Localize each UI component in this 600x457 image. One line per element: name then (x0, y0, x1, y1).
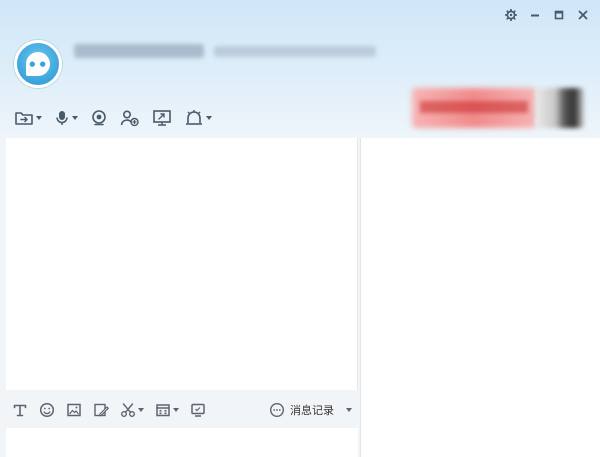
picture-icon (67, 403, 81, 417)
emoji-button[interactable] (39, 399, 55, 421)
file-transfer-button[interactable] (14, 107, 42, 129)
minimize-button[interactable] (526, 6, 544, 24)
message-history-label: 消息记录 (290, 404, 334, 417)
chat-window: ● ● 消息记录 (0, 0, 600, 457)
message-history-area[interactable] (6, 138, 358, 390)
input-toolbar: 消息记录 (6, 392, 358, 428)
microphone-icon (56, 111, 68, 125)
chevron-down-icon (346, 408, 352, 412)
close-icon (578, 10, 588, 20)
remote-desktop-button[interactable] (152, 107, 172, 129)
add-friend-button[interactable] (120, 107, 140, 129)
minimize-icon (531, 14, 539, 17)
camera-icon (92, 110, 106, 126)
ad-thumbnail[interactable] (536, 88, 584, 128)
person-add-icon (120, 110, 139, 127)
gear-icon (505, 9, 517, 21)
scissors-icon (121, 403, 135, 417)
chat-toolbar (14, 107, 224, 129)
chevron-down-icon (206, 116, 212, 120)
chevron-down-icon (36, 116, 42, 120)
font-button[interactable] (12, 399, 28, 421)
more-apps-button[interactable] (184, 107, 212, 129)
contact-name[interactable] (74, 44, 204, 58)
chevron-down-icon (138, 408, 144, 412)
screenshot-button[interactable] (120, 399, 144, 421)
chat-header: ● ● (0, 0, 600, 138)
maximize-button[interactable] (550, 6, 568, 24)
image-button[interactable] (66, 399, 82, 421)
message-input[interactable] (6, 428, 358, 457)
doodle-button[interactable] (93, 399, 109, 421)
pencil-icon (94, 403, 109, 417)
voice-call-button[interactable] (54, 107, 78, 129)
window-controls (502, 6, 592, 24)
side-panel (360, 138, 600, 457)
app-icon (186, 110, 202, 125)
video-call-button[interactable] (90, 107, 108, 129)
message-history-button[interactable]: 消息记录 (269, 399, 352, 421)
smiley-icon (39, 402, 55, 418)
contact-signature (214, 46, 376, 57)
screen-share-icon (153, 110, 171, 126)
chevron-down-icon (173, 408, 179, 412)
chat-bubble-icon (269, 402, 285, 418)
calendar-button[interactable] (155, 399, 179, 421)
maximize-icon (554, 10, 564, 20)
text-format-icon (13, 404, 27, 417)
contact-avatar[interactable]: ● ● (14, 40, 62, 88)
qq-avatar-icon: ● ● (26, 52, 50, 76)
ad-banner-text (420, 101, 528, 113)
monitor-icon (191, 403, 205, 417)
close-button[interactable] (574, 6, 592, 24)
folder-icon (15, 112, 33, 125)
settings-button[interactable] (502, 6, 520, 24)
chevron-down-icon (72, 116, 78, 120)
shake-button[interactable] (190, 399, 206, 421)
calendar-icon (156, 404, 170, 417)
